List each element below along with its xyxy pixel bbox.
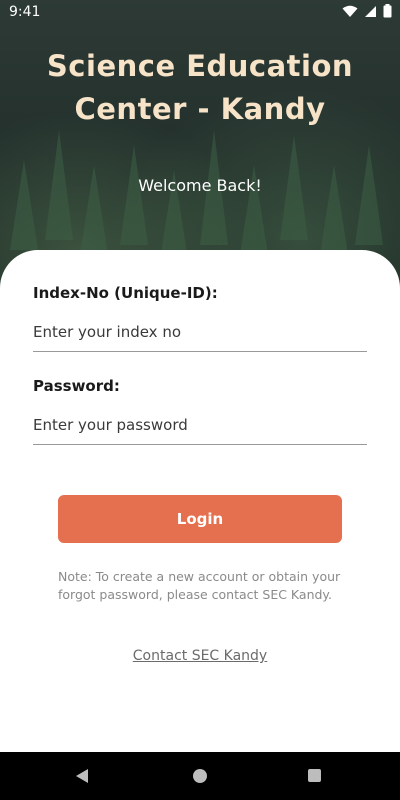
welcome-text: Welcome Back! xyxy=(138,176,262,195)
index-label: Index-No (Unique-ID): xyxy=(33,284,218,302)
app-title-line1: Science Education xyxy=(46,49,354,83)
status-icons xyxy=(342,4,392,18)
password-label: Password: xyxy=(33,377,120,395)
recents-icon[interactable] xyxy=(308,769,321,782)
wifi-icon xyxy=(342,5,358,17)
home-icon[interactable] xyxy=(193,769,207,783)
index-input[interactable] xyxy=(33,313,367,352)
battery-icon xyxy=(383,4,392,18)
account-note: Note: To create a new account or obtain … xyxy=(58,569,341,602)
password-input[interactable] xyxy=(33,406,367,445)
app-title-line2: Center - Kandy xyxy=(74,92,326,126)
status-time: 9:41 xyxy=(9,4,41,20)
app-title: Science Education Center - Kandy xyxy=(0,45,400,131)
signal-icon xyxy=(365,5,376,17)
contact-sec-link[interactable]: Contact SEC Kandy xyxy=(0,648,400,664)
login-button[interactable]: Login xyxy=(58,495,342,543)
status-bar: 9:41 xyxy=(0,0,400,24)
navigation-bar xyxy=(0,752,400,800)
login-card: Index-No (Unique-ID): Password: Login No… xyxy=(0,250,400,752)
back-icon[interactable] xyxy=(76,769,88,783)
